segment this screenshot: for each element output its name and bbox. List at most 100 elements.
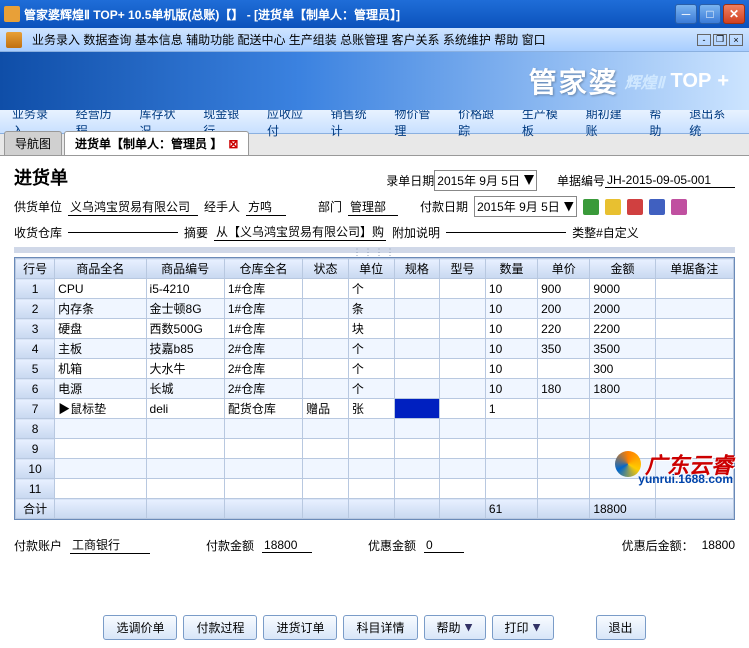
payacct-label: 付款账户 — [14, 537, 62, 554]
supplier-label: 供货单位 — [14, 198, 62, 215]
handler-field[interactable]: 方鸣 — [246, 198, 286, 216]
tab-导航图[interactable]: 导航图 — [4, 131, 62, 155]
col-header[interactable]: 型号 — [440, 259, 486, 279]
menu-配送中心[interactable]: 配送中心 — [237, 33, 285, 47]
exit-button[interactable]: 退出 — [596, 615, 646, 640]
table-row[interactable]: 2内存条金士顿8G1#仓库条102002000 — [16, 299, 734, 319]
action-icon-4[interactable] — [649, 199, 665, 215]
docno-field[interactable]: JH-2015-09-05-001 — [605, 173, 735, 188]
afterdisc-label: 优惠后金额： — [622, 537, 694, 554]
menu-系统维护[interactable]: 系统维护 — [443, 33, 491, 47]
doc-title: 进货单 — [14, 164, 68, 190]
col-header[interactable]: 状态 — [303, 259, 349, 279]
action-icon-2[interactable] — [605, 199, 621, 215]
handler-label: 经手人 — [204, 198, 240, 215]
chevron-down-icon — [465, 624, 473, 632]
footer-form: 付款账户 工商银行 付款金额 18800 优惠金额 0 优惠后金额： 18800 — [0, 528, 749, 562]
total-row: 合计6118800 — [16, 499, 734, 519]
mdi-minimize[interactable]: - — [697, 34, 711, 46]
drag-handle[interactable]: ⋮⋮⋮⋮ — [14, 247, 735, 253]
summary-label: 摘要 — [184, 224, 208, 241]
paydate-label: 付款日期 — [420, 198, 468, 215]
table-row[interactable]: 5机箱大水牛2#仓库个10300 — [16, 359, 734, 379]
col-header[interactable]: 单价 — [538, 259, 590, 279]
col-header[interactable]: 商品编号 — [146, 259, 224, 279]
minimize-button[interactable]: ─ — [675, 4, 697, 24]
dept-label: 部门 — [318, 198, 342, 215]
table-row[interactable]: 11 — [16, 479, 734, 499]
warehouse-label: 收货仓库 — [14, 224, 62, 241]
window-title: 管家婆辉煌Ⅱ TOP+ 10.5单机版(总账)【】 - [进货单【制单人：管理员… — [24, 6, 675, 23]
menu-辅助功能[interactable]: 辅助功能 — [186, 33, 234, 47]
dept-field[interactable]: 管理部 — [348, 198, 398, 216]
docno-label: 单据编号 — [557, 172, 605, 189]
col-header[interactable]: 单位 — [348, 259, 394, 279]
menu-客户关系[interactable]: 客户关系 — [392, 33, 440, 47]
col-header[interactable]: 单据备注 — [655, 259, 733, 279]
col-header[interactable]: 商品全名 — [55, 259, 146, 279]
warehouse-field[interactable] — [68, 232, 178, 233]
col-header[interactable]: 规格 — [394, 259, 440, 279]
payamt-label: 付款金额 — [206, 537, 254, 554]
note-field[interactable] — [446, 232, 566, 233]
chevron-down-icon — [564, 202, 574, 212]
menu-窗口[interactable]: 窗口 — [522, 33, 546, 47]
chevron-down-icon — [533, 624, 541, 632]
table-row[interactable]: 8 — [16, 419, 734, 439]
help-button[interactable]: 帮助 — [424, 615, 486, 640]
col-header[interactable]: 行号 — [16, 259, 55, 279]
mdi-close[interactable]: × — [729, 34, 743, 46]
table-row[interactable]: 3硬盘西数500G1#仓库块102202200 — [16, 319, 734, 339]
summary-field[interactable]: 从【义乌鸿宝贸易有限公司】购 — [214, 223, 386, 241]
select-price-button[interactable]: 选调价单 — [103, 615, 177, 640]
table-row[interactable]: 1CPUi5-42101#仓库个109009000 — [16, 279, 734, 299]
mdi-restore[interactable]: ❐ — [713, 34, 727, 46]
menubar: 业务录入 数据查询 基本信息 辅助功能 配送中心 生产组装 总账管理 客户关系 … — [0, 28, 749, 52]
paydate-field[interactable]: 2015年 9月 5日 — [474, 196, 577, 217]
table-row[interactable]: 7▶鼠标垫deli配货仓库赠品张1 — [16, 399, 734, 419]
col-header[interactable]: 数量 — [485, 259, 537, 279]
action-icon-1[interactable] — [583, 199, 599, 215]
brand-sub: 辉煌Ⅱ — [625, 69, 665, 93]
table-row[interactable]: 9 — [16, 439, 734, 459]
detail-button[interactable]: 科目详情 — [343, 615, 417, 640]
menu-生产组装[interactable]: 生产组装 — [289, 33, 337, 47]
close-button[interactable]: ✕ — [723, 4, 745, 24]
menu-业务录入[interactable]: 业务录入 — [32, 33, 80, 47]
purchase-order-button[interactable]: 进货订单 — [263, 615, 337, 640]
brand-name: 管家婆 — [529, 61, 619, 101]
table-row[interactable]: 6电源长城2#仓库个101801800 — [16, 379, 734, 399]
menu-数据查询[interactable]: 数据查询 — [83, 33, 131, 47]
payacct-field[interactable]: 工商银行 — [70, 536, 150, 554]
note-label: 附加说明 — [392, 224, 440, 241]
payamt-field[interactable]: 18800 — [262, 538, 312, 553]
button-bar: 选调价单 付款过程 进货订单 科目详情 帮助 打印 退出 — [0, 615, 749, 640]
print-button[interactable]: 打印 — [492, 615, 554, 640]
menu-帮助[interactable]: 帮助 — [494, 33, 518, 47]
banner: 管家婆 辉煌Ⅱ TOP + — [0, 52, 749, 110]
maximize-button[interactable]: □ — [699, 4, 721, 24]
menu-基本信息[interactable]: 基本信息 — [135, 33, 183, 47]
supplier-field[interactable]: 义乌鸿宝贸易有限公司 — [68, 198, 198, 216]
app-icon — [4, 6, 20, 22]
chevron-down-icon — [524, 175, 534, 185]
col-header[interactable]: 金额 — [590, 259, 655, 279]
action-icon-5[interactable] — [671, 199, 687, 215]
custom-label: 类整#自定义 — [572, 224, 639, 241]
tab-进货单【制单人：管理员 】[interactable]: 进货单【制单人：管理员 】⊠ — [64, 131, 249, 155]
entry-date-field[interactable]: 2015年 9月 5日 — [434, 170, 537, 191]
pay-process-button[interactable]: 付款过程 — [183, 615, 257, 640]
entry-date-label: 录单日期 — [386, 172, 434, 189]
tab-close-icon[interactable]: ⊠ — [228, 137, 238, 151]
table-row[interactable]: 10 — [16, 459, 734, 479]
action-icon-3[interactable] — [627, 199, 643, 215]
discount-field[interactable]: 0 — [424, 538, 464, 553]
col-header[interactable]: 仓库全名 — [224, 259, 302, 279]
titlebar: 管家婆辉煌Ⅱ TOP+ 10.5单机版(总账)【】 - [进货单【制单人：管理员… — [0, 0, 749, 28]
menubar-icon — [6, 32, 22, 48]
table-row[interactable]: 4主板技嘉b852#仓库个103503500 — [16, 339, 734, 359]
afterdisc-value: 18800 — [702, 538, 735, 552]
grid[interactable]: 行号商品全名商品编号仓库全名状态单位规格型号数量单价金额单据备注1CPUi5-4… — [14, 257, 735, 520]
menu-总账管理[interactable]: 总账管理 — [340, 33, 388, 47]
row-marker-icon: ▶ — [58, 402, 70, 416]
